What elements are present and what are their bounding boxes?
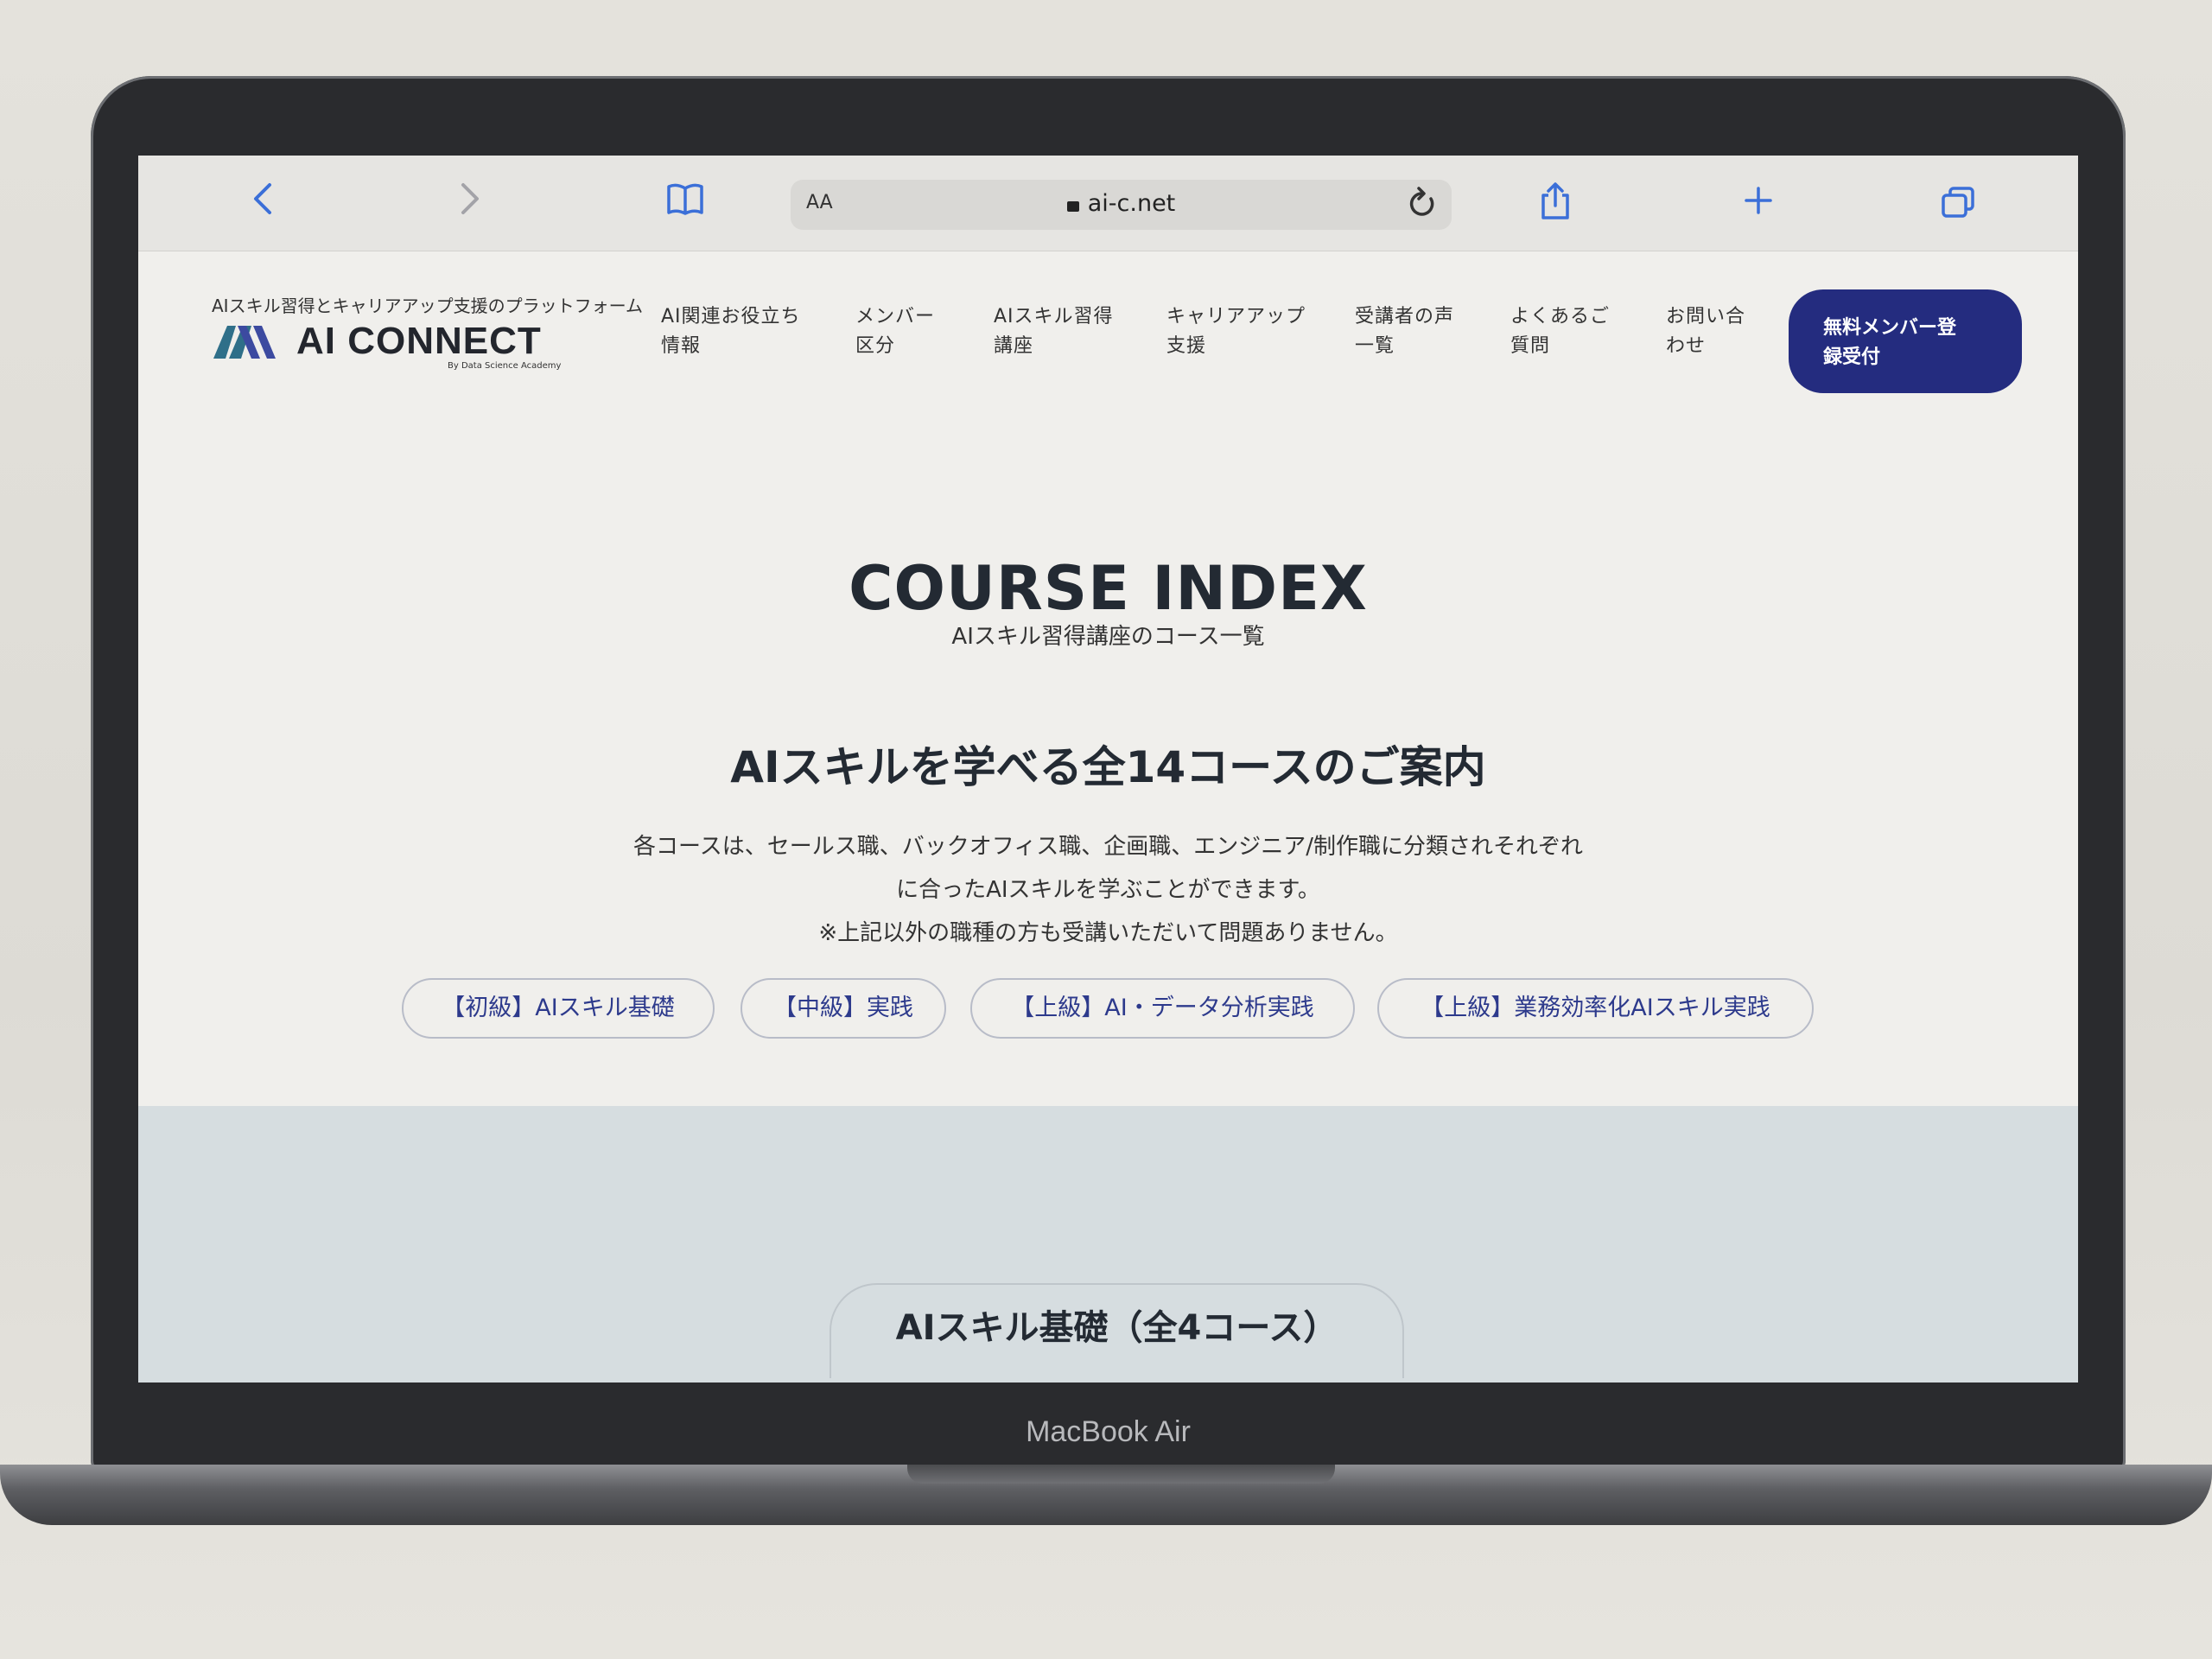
cta-label: 録受付 [1823, 346, 1881, 368]
level-link-intermediate[interactable]: 【中級】実践 [741, 978, 946, 1039]
nav-label: 講座 [994, 335, 1034, 357]
description-line: 各コースは、セールス職、バックオフィス職、企画職、エンジニア/制作職に分類されそ… [633, 834, 1583, 860]
share-icon[interactable] [1538, 181, 1573, 230]
chevron-right-icon[interactable] [458, 181, 482, 225]
nav-label: お問い合 [1666, 306, 1746, 327]
nav-label: AI関連お役立ち [661, 306, 801, 327]
site-tagline: AIスキル習得とキャリアアップ支援のプラットフォーム [212, 296, 643, 316]
nav-member-types[interactable]: メンバー 区分 [855, 302, 935, 361]
nav-courses[interactable]: AIスキル習得 講座 [994, 302, 1114, 361]
level-link-beginner[interactable]: 【初級】AIスキル基礎 [402, 978, 715, 1039]
address-bar[interactable]: AA ai-c.net [791, 180, 1452, 230]
site-logo[interactable]: AI CONNECT [212, 320, 542, 363]
level-link-advanced-efficiency[interactable]: 【上級】業務効率化AIスキル実践 [1377, 978, 1814, 1039]
nav-label: 情報 [661, 335, 702, 357]
book-icon[interactable] [665, 181, 705, 225]
free-member-signup-button[interactable]: 無料メンバー登 録受付 [1789, 289, 2022, 393]
tabs-icon[interactable] [1940, 185, 1976, 228]
url-text: ai-c.net [1087, 190, 1176, 217]
course-description: 各コースは、セールス職、バックオフィス職、企画職、エンジニア/制作職に分類されそ… [138, 825, 2078, 955]
nav-label: よくあるご [1510, 306, 1611, 327]
logo-text: AI CONNECT [296, 320, 542, 362]
nav-label: 受講者の声 [1355, 306, 1455, 327]
laptop-hinge [907, 1465, 1335, 1484]
nav-faq[interactable]: よくあるご 質問 [1510, 302, 1610, 361]
nav-label: 区分 [855, 335, 896, 357]
description-line: に合ったAIスキルを学ぶことができます。 [896, 877, 1320, 903]
nav-label: AIスキル習得 [994, 306, 1114, 327]
browser-screen: AA ai-c.net AIスキル習得とキャリアアップ支援のプラットフォーム A… [138, 156, 2078, 1382]
nav-contact[interactable]: お問い合 わせ [1666, 302, 1745, 361]
course-section-title: AIスキル基礎（全4コース） [830, 1283, 1404, 1378]
nav-label: 質問 [1510, 335, 1551, 357]
nav-label: メンバー [855, 306, 936, 327]
url-display: ai-c.net [791, 190, 1452, 217]
nav-ai-info[interactable]: AI関連お役立ち 情報 [661, 302, 801, 361]
description-line: ※上記以外の職種の方も受講いただいて問題ありません。 [818, 920, 1398, 946]
lock-icon [1066, 201, 1079, 212]
chevron-left-icon[interactable] [251, 181, 275, 225]
cta-label: 無料メンバー登 [1823, 317, 1957, 339]
nav-label: 一覧 [1355, 335, 1395, 357]
section-heading: AIスキルを学べる全14コースのご案内 [730, 742, 1486, 792]
device-label: MacBook Air [1026, 1415, 1191, 1448]
nav-label: キャリアアップ [1166, 306, 1306, 327]
page-title: COURSE INDEX [849, 553, 1368, 624]
nav-career-support[interactable]: キャリアアップ 支援 [1166, 302, 1306, 361]
nav-testimonials[interactable]: 受講者の声 一覧 [1355, 302, 1454, 361]
page-subtitle: AIスキル習得講座のコース一覧 [951, 624, 1265, 650]
logo-subtext: By Data Science Academy [448, 361, 562, 371]
reload-icon[interactable] [1407, 185, 1438, 231]
nav-label: 支援 [1166, 335, 1207, 357]
browser-toolbar: AA ai-c.net [138, 156, 2078, 251]
level-link-advanced-data[interactable]: 【上級】AI・データ分析実践 [970, 978, 1355, 1039]
plus-icon[interactable] [1741, 180, 1776, 228]
nav-label: わせ [1666, 335, 1707, 357]
logo-mark-icon [213, 326, 276, 359]
